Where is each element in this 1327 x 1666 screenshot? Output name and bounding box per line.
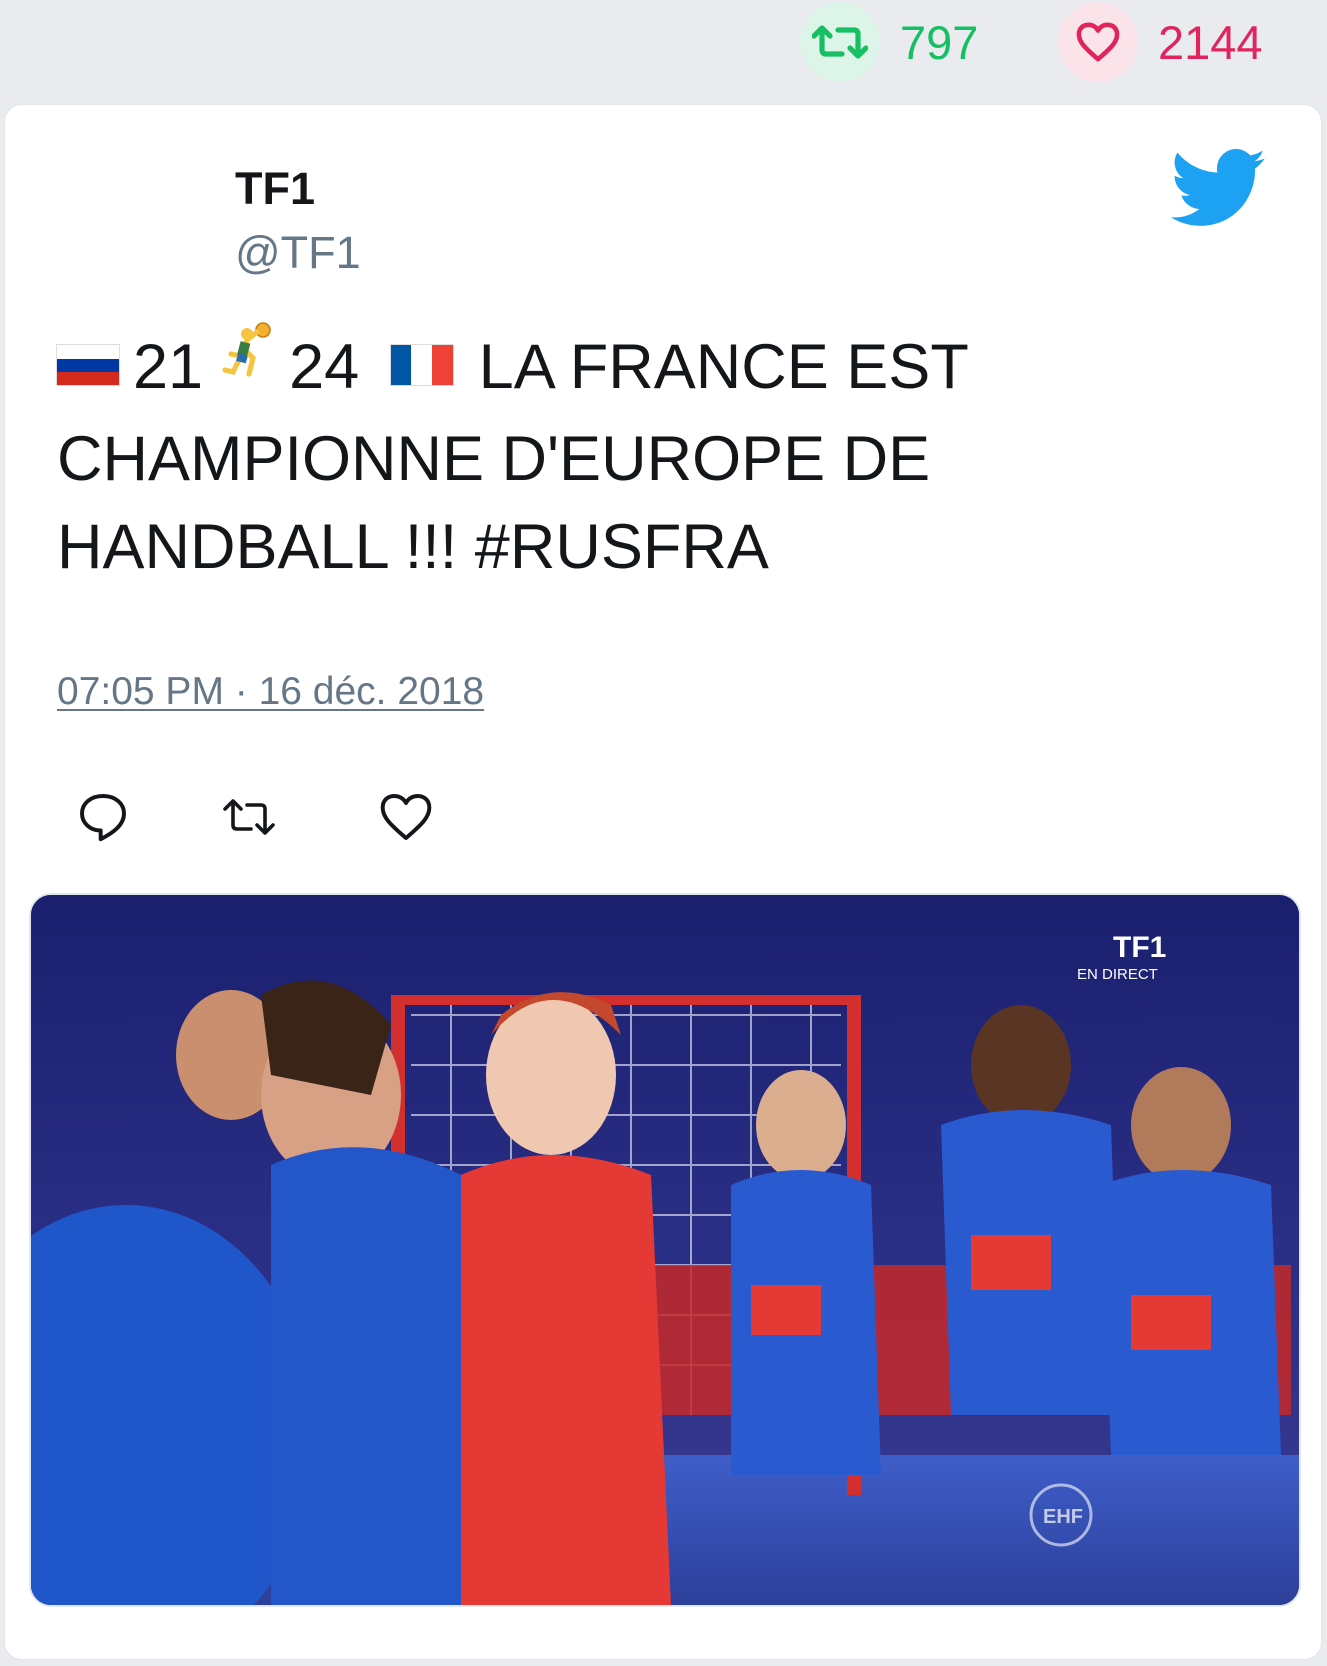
like-count: 2144 xyxy=(1158,15,1263,69)
russia-flag-icon xyxy=(57,345,119,386)
ehf-logo: EHF xyxy=(1043,1506,1083,1528)
retweet-stat[interactable]: 797 xyxy=(800,0,978,84)
twitter-bird-icon[interactable] xyxy=(1171,149,1267,229)
score-france: 24 xyxy=(289,332,360,402)
celebration-photo: TF1 EN DIRECT EHF xyxy=(31,895,1299,1605)
tweet-text-line1: LA FRANCE EST xyxy=(478,332,969,402)
heart-icon[interactable] xyxy=(1058,2,1138,82)
like-stat[interactable]: 2144 xyxy=(1058,0,1263,84)
tweet-text-line3: HANDBALL !!! #RUSFRA xyxy=(57,512,769,583)
tweet-media-image[interactable]: TF1 EN DIRECT EHF xyxy=(29,893,1301,1607)
like-icon[interactable] xyxy=(378,789,434,845)
retweet-icon[interactable] xyxy=(800,2,880,82)
france-flag-icon xyxy=(390,345,453,386)
handball-player-icon xyxy=(213,319,277,407)
live-watermark: EN DIRECT xyxy=(1077,966,1158,983)
tweet-card[interactable]: TF1 @TF1 21 24 LA FRANCE EST CHAMPIONNE … xyxy=(4,104,1322,1660)
reply-icon[interactable] xyxy=(75,789,131,845)
tf1-watermark: TF1 xyxy=(1113,931,1166,964)
tweet-text: 21 24 LA FRANCE EST CHAMPIONNE D'EUROPE … xyxy=(57,322,1207,591)
engagement-stats: 797 2144 xyxy=(0,0,1327,100)
score-russia: 21 xyxy=(133,332,204,402)
author-name[interactable]: TF1 xyxy=(235,163,315,215)
tweet-text-line2: CHAMPIONNE D'EUROPE DE xyxy=(57,424,931,495)
retweet-icon[interactable] xyxy=(221,789,277,845)
author-handle[interactable]: @TF1 xyxy=(235,227,361,279)
retweet-count: 797 xyxy=(900,15,979,69)
tweet-timestamp[interactable]: 07:05 PM · 16 déc. 2018 xyxy=(57,670,484,714)
